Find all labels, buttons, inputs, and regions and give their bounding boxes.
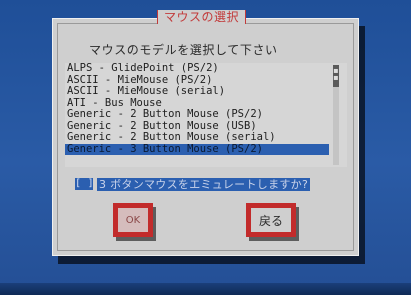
dialog-title: マウスの選択: [157, 10, 247, 24]
list-item[interactable]: ASCII - MieMouse (serial): [65, 85, 329, 98]
mouse-model-listbox[interactable]: ALPS - GlidePoint (PS/2) ASCII - MieMous…: [65, 62, 347, 167]
back-button-label: 戻る: [251, 208, 291, 232]
emulate-checkbox-label: 3 ボタンマウスをエミュレートしますか?: [97, 177, 311, 191]
scroll-indicator-icon: ▪ ▪: [333, 66, 339, 82]
list-item-selected[interactable]: Generic - 3 Button Mouse (PS/2): [65, 143, 329, 155]
list-scrollbar[interactable]: ▪ ▪: [333, 65, 339, 165]
mouse-selection-dialog: マウスの選択 マウスのモデルを選択して下さい ALPS - GlidePoint…: [52, 10, 359, 256]
mouse-model-list: ALPS - GlidePoint (PS/2) ASCII - MieMous…: [65, 62, 329, 155]
back-button[interactable]: 戻る: [246, 203, 296, 237]
emulate-3-button-option[interactable]: [ ] 3 ボタンマウスをエミュレートしますか?: [75, 177, 337, 191]
ok-button-label: OK: [118, 208, 148, 232]
ok-button[interactable]: OK: [113, 203, 153, 237]
list-item[interactable]: ALPS - GlidePoint (PS/2): [65, 62, 329, 75]
emulate-checkbox[interactable]: [ ]: [75, 178, 94, 190]
screen-bezel: [0, 283, 411, 295]
list-item[interactable]: Generic - 2 Button Mouse (serial): [65, 131, 329, 144]
list-item[interactable]: Generic - 2 Button Mouse (PS/2): [65, 108, 329, 121]
dialog-prompt: マウスのモデルを選択して下さい: [89, 43, 278, 57]
